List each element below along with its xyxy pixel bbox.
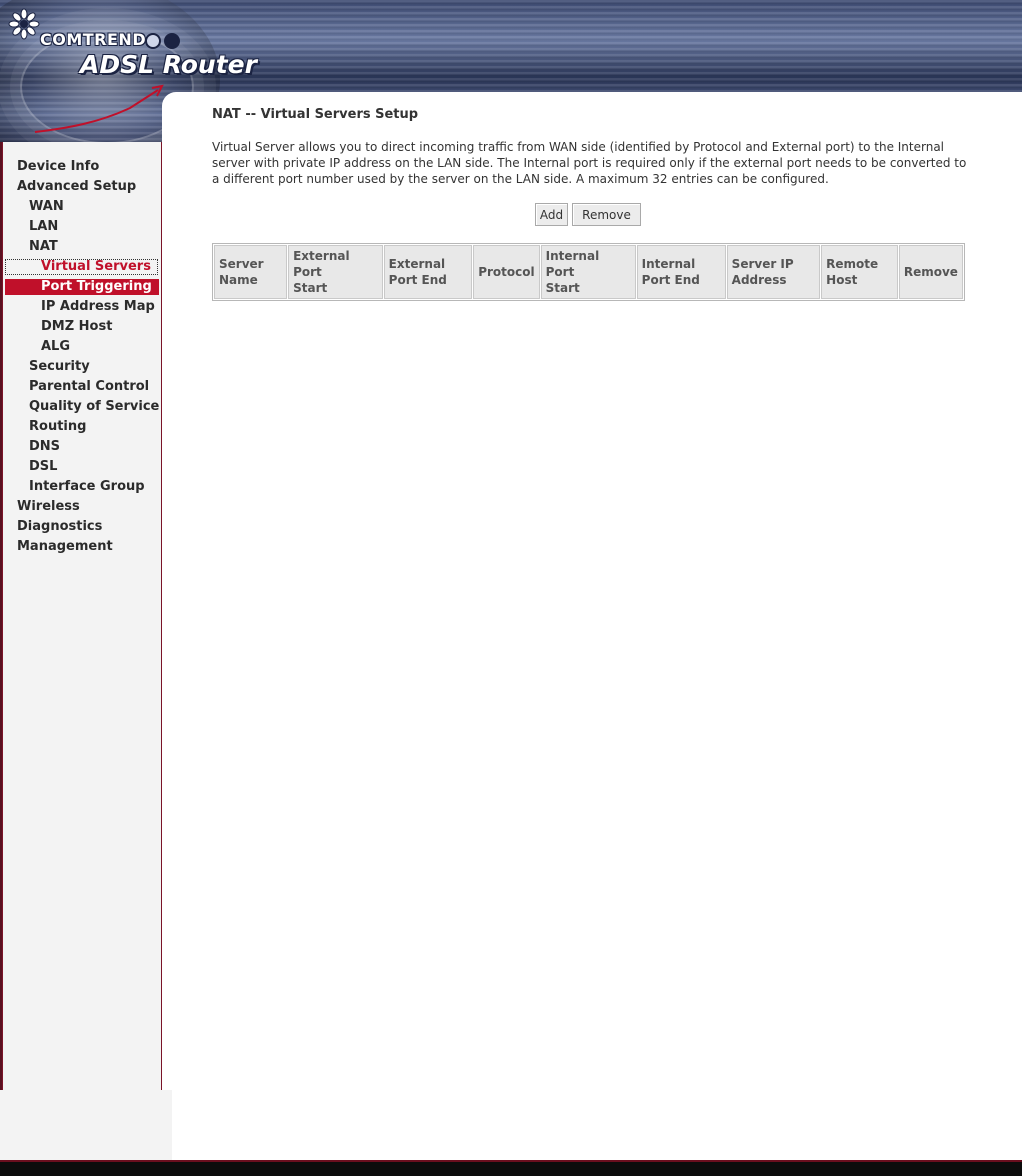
sidebar-item-dns[interactable]: DNS xyxy=(29,438,60,456)
brand-name: COMTREND xyxy=(40,30,147,49)
column-header-line: Host xyxy=(826,273,858,287)
sidebar-item-virtual-servers[interactable]: Virtual Servers xyxy=(41,258,151,276)
red-arrow-graphic xyxy=(34,84,164,133)
sidebar-item-wireless[interactable]: Wireless xyxy=(17,498,80,516)
sidebar-item-diagnostics[interactable]: Diagnostics xyxy=(17,518,102,536)
column-header-line: Remote xyxy=(826,257,879,271)
sidebar-item-advanced-setup[interactable]: Advanced Setup xyxy=(17,178,136,196)
column-header-remote-host: Remote Host xyxy=(821,245,898,299)
column-header-line: Name xyxy=(219,273,258,287)
table-header-row: Server Name External Port Start External Po… xyxy=(214,245,963,299)
sidebar-item-device-info[interactable]: Device Info xyxy=(17,158,99,176)
page-title: NAT -- Virtual Servers Setup xyxy=(212,107,419,122)
column-header-line: Server xyxy=(219,257,264,271)
bottom-bar xyxy=(0,1160,1022,1176)
column-header-line: External Port xyxy=(293,249,350,279)
column-header-server-ip-address: Server IP Address xyxy=(726,245,821,299)
column-header-external-port-start: External Port Start xyxy=(288,245,383,299)
column-header-line: Server IP xyxy=(731,257,794,271)
column-header-line: Port End xyxy=(641,273,700,287)
column-header-line: Internal Port xyxy=(545,249,600,279)
column-header-line: Start xyxy=(293,281,328,295)
sidebar-item-management[interactable]: Management xyxy=(17,538,113,556)
sidebar-item-routing[interactable]: Routing xyxy=(29,418,86,436)
sidebar-item-port-triggering[interactable]: Port Triggering xyxy=(41,278,152,296)
column-header-line: Protocol xyxy=(478,265,535,279)
column-header-line: Port End xyxy=(388,273,447,287)
column-header-protocol: Protocol xyxy=(473,245,540,299)
sidebar-item-parental-control[interactable]: Parental Control xyxy=(29,378,149,396)
sidebar-item-nat[interactable]: NAT xyxy=(29,238,58,256)
page-description: Virtual Server allows you to direct inco… xyxy=(212,140,967,186)
virtual-servers-table: Server Name External Port Start External Po… xyxy=(212,243,965,301)
column-header-line: Start xyxy=(545,281,580,295)
remove-button[interactable]: Remove xyxy=(572,203,641,226)
column-header-line: Internal xyxy=(641,257,696,271)
sidebar-item-lan[interactable]: LAN xyxy=(29,218,58,236)
sidebar-item-quality-of-service[interactable]: Quality of Service xyxy=(29,398,159,416)
sidebar-item-alg[interactable]: ALG xyxy=(41,338,70,356)
sidebar-item-wan[interactable]: WAN xyxy=(29,198,64,216)
column-header-line: External xyxy=(388,257,446,271)
sidebar-item-ip-address-map[interactable]: IP Address Map xyxy=(41,298,155,316)
sidebar-item-dsl[interactable]: DSL xyxy=(29,458,57,476)
column-header-external-port-end: External Port End xyxy=(383,245,473,299)
column-header-line: Address xyxy=(731,273,787,287)
column-header-internal-port-end: Internal Port End xyxy=(636,245,726,299)
sidebar-item-dmz-host[interactable]: DMZ Host xyxy=(41,318,112,336)
column-header-remove: Remove xyxy=(898,245,963,299)
column-header-internal-port-start: Internal Port Start xyxy=(540,245,636,299)
sidebar-item-interface-group[interactable]: Interface Group xyxy=(29,478,145,496)
column-header-server-name: Server Name xyxy=(214,245,288,299)
comtrend-flower-icon xyxy=(8,8,40,40)
sidebar-footer xyxy=(0,1090,172,1160)
column-header-line: Remove xyxy=(903,265,958,279)
add-button[interactable]: Add xyxy=(535,203,568,226)
sidebar-item-security[interactable]: Security xyxy=(29,358,90,376)
